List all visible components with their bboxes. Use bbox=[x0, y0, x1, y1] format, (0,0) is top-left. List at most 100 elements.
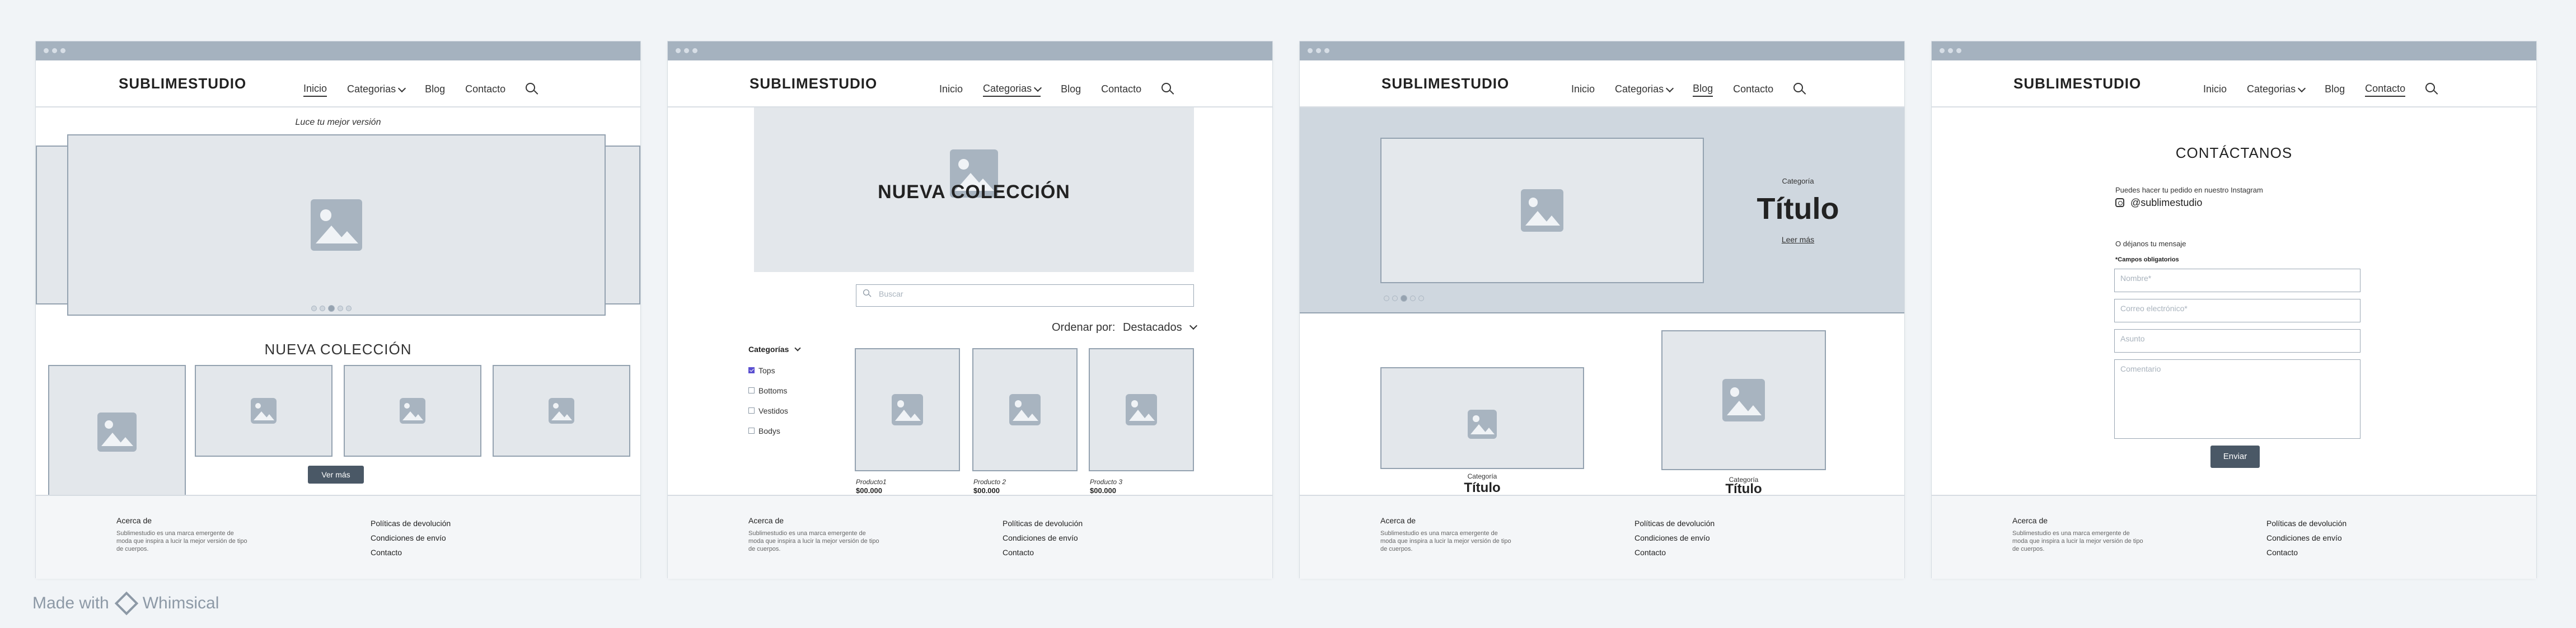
footer-link-devolucion[interactable]: Políticas de devolución bbox=[1003, 516, 1083, 531]
filter-tops[interactable]: Tops bbox=[748, 366, 775, 375]
checkbox[interactable] bbox=[748, 367, 755, 373]
search-icon[interactable] bbox=[526, 82, 538, 95]
search-icon[interactable] bbox=[1161, 82, 1174, 95]
window-titlebar bbox=[36, 41, 640, 60]
logo[interactable]: SUBLIMESTUDIO bbox=[1381, 75, 1509, 92]
logo[interactable]: SUBLIMESTUDIO bbox=[2013, 75, 2141, 92]
chevron-down-icon bbox=[1189, 321, 1198, 330]
nav-categorias-label: Categorias bbox=[2247, 83, 2296, 95]
footer-link-devolucion[interactable]: Políticas de devolución bbox=[371, 516, 451, 531]
filter-vestidos[interactable]: Vestidos bbox=[748, 406, 788, 415]
footer-about-title: Acerca de bbox=[2012, 516, 2048, 525]
featured-product-card[interactable] bbox=[48, 365, 186, 499]
filter-bodys[interactable]: Bodys bbox=[748, 427, 780, 435]
nav-contacto[interactable]: Contacto bbox=[2365, 83, 2406, 97]
navbar: SUBLIMESTUDIO Inicio Categorias Blog Con… bbox=[1932, 60, 2536, 107]
name-field[interactable]: Nombre* bbox=[2114, 269, 2360, 292]
nav-contacto[interactable]: Contacto bbox=[465, 83, 505, 96]
collection-title: NUEVA COLECCIÓN bbox=[264, 341, 412, 358]
navbar: SUBLIMESTUDIO Inicio Categorias Blog Con… bbox=[36, 60, 640, 107]
nav-categorias[interactable]: Categorias bbox=[1615, 83, 1674, 96]
search-icon[interactable] bbox=[1793, 82, 1806, 95]
checkbox[interactable] bbox=[748, 407, 755, 414]
image-icon bbox=[1521, 189, 1563, 232]
made-with-whimsical[interactable]: Made with Whimsical bbox=[32, 591, 219, 616]
blog-post-card-2[interactable] bbox=[1661, 330, 1826, 470]
footer-link-envio[interactable]: Condiciones de envío bbox=[1003, 531, 1083, 545]
logo[interactable]: SUBLIMESTUDIO bbox=[119, 75, 246, 92]
checkbox[interactable] bbox=[748, 428, 755, 434]
footer-link-contacto[interactable]: Contacto bbox=[371, 545, 451, 560]
footer-link-envio[interactable]: Condiciones de envío bbox=[371, 531, 451, 545]
nav-contacto[interactable]: Contacto bbox=[1101, 83, 1141, 96]
footer-link-devolucion[interactable]: Políticas de devolución bbox=[1634, 516, 1715, 531]
product-card[interactable] bbox=[344, 365, 481, 457]
footer-link-envio[interactable]: Condiciones de envío bbox=[2266, 531, 2346, 545]
banner-title: NUEVA COLECCIÓN bbox=[878, 181, 1070, 203]
footer: Acerca de Sublimestudio es una marca eme… bbox=[1932, 495, 2536, 579]
product-name: Producto 2 bbox=[973, 478, 1006, 486]
nav-inicio[interactable]: Inicio bbox=[939, 83, 963, 96]
nav-blog[interactable]: Blog bbox=[425, 83, 445, 96]
hero-read-more-link[interactable]: Leer más bbox=[1742, 235, 1854, 244]
nav-inicio[interactable]: Inicio bbox=[303, 83, 327, 97]
carousel-dots[interactable] bbox=[311, 305, 352, 312]
window-titlebar bbox=[1300, 41, 1904, 60]
footer-about-desc: Sublimestudio es una marca emergente de … bbox=[1380, 530, 1511, 552]
chevron-down-icon bbox=[2298, 84, 2306, 93]
image-icon bbox=[1009, 394, 1041, 425]
home-window: SUBLIMESTUDIO Inicio Categorias Blog Con… bbox=[36, 41, 640, 579]
product-card-3[interactable] bbox=[1089, 348, 1194, 471]
email-field[interactable]: Correo electrónico* bbox=[2114, 299, 2360, 322]
nav-inicio[interactable]: Inicio bbox=[2203, 83, 2227, 96]
send-button[interactable]: Enviar bbox=[2210, 446, 2260, 468]
ver-mas-button[interactable]: Ver más bbox=[308, 466, 364, 484]
image-icon bbox=[892, 394, 923, 425]
nav-categorias[interactable]: Categorias bbox=[2247, 83, 2306, 96]
footer-link-devolucion[interactable]: Políticas de devolución bbox=[2266, 516, 2346, 531]
chevron-down-icon bbox=[1666, 84, 1674, 93]
search-icon[interactable] bbox=[2425, 82, 2438, 95]
nav-categorias[interactable]: Categorias bbox=[347, 83, 406, 96]
search-input[interactable]: Buscar bbox=[856, 284, 1194, 307]
filter-bottoms[interactable]: Bottoms bbox=[748, 386, 787, 395]
filter-title[interactable]: Categorías bbox=[748, 345, 801, 354]
sort-label: Ordenar por: bbox=[1052, 321, 1116, 334]
footer: Acerca de Sublimestudio es una marca eme… bbox=[36, 495, 640, 579]
blog-post-card-1[interactable] bbox=[1380, 367, 1584, 469]
hero-image[interactable] bbox=[1380, 138, 1704, 283]
navbar: SUBLIMESTUDIO Inicio Categorias Blog Con… bbox=[1300, 60, 1904, 107]
logo[interactable]: SUBLIMESTUDIO bbox=[750, 75, 877, 92]
footer-link-contacto[interactable]: Contacto bbox=[1003, 545, 1083, 560]
category-window: SUBLIMESTUDIO Inicio Categorias Blog Con… bbox=[668, 41, 1272, 579]
chevron-down-icon bbox=[1034, 83, 1042, 92]
instagram-link[interactable]: @sublimestudio bbox=[2115, 197, 2202, 209]
product-card-2[interactable] bbox=[972, 348, 1078, 471]
footer-link-envio[interactable]: Condiciones de envío bbox=[1634, 531, 1715, 545]
comment-field[interactable]: Comentario bbox=[2114, 359, 2360, 439]
carousel-main-slide[interactable] bbox=[67, 134, 606, 316]
product-card[interactable] bbox=[493, 365, 630, 457]
footer-link-contacto[interactable]: Contacto bbox=[1634, 545, 1715, 560]
sort-control[interactable]: Ordenar por: Destacados bbox=[1052, 321, 1198, 334]
blog-window: SUBLIMESTUDIO Inicio Categorias Blog Con… bbox=[1300, 41, 1904, 579]
subject-field[interactable]: Asunto bbox=[2114, 329, 2360, 353]
footer-about-desc: Sublimestudio es una marca emergente de … bbox=[748, 530, 879, 552]
post-title[interactable]: Título bbox=[1380, 480, 1584, 496]
instagram-handle: @sublimestudio bbox=[2130, 197, 2203, 208]
made-with-label: Made with bbox=[32, 594, 109, 612]
nav-blog[interactable]: Blog bbox=[1061, 83, 1081, 96]
image-icon bbox=[400, 398, 425, 424]
nav-blog[interactable]: Blog bbox=[1693, 83, 1713, 97]
contact-window: SUBLIMESTUDIO Inicio Categorias Blog Con… bbox=[1932, 41, 2536, 579]
nav-blog[interactable]: Blog bbox=[2325, 83, 2345, 96]
nav-inicio[interactable]: Inicio bbox=[1571, 83, 1595, 96]
product-card-1[interactable] bbox=[855, 348, 960, 471]
carousel-dots[interactable] bbox=[1384, 295, 1424, 302]
search-icon bbox=[863, 289, 872, 297]
checkbox[interactable] bbox=[748, 387, 755, 393]
footer-link-contacto[interactable]: Contacto bbox=[2266, 545, 2346, 560]
product-card[interactable] bbox=[195, 365, 332, 457]
nav-categorias[interactable]: Categorias bbox=[983, 83, 1042, 97]
nav-contacto[interactable]: Contacto bbox=[1733, 83, 1773, 96]
